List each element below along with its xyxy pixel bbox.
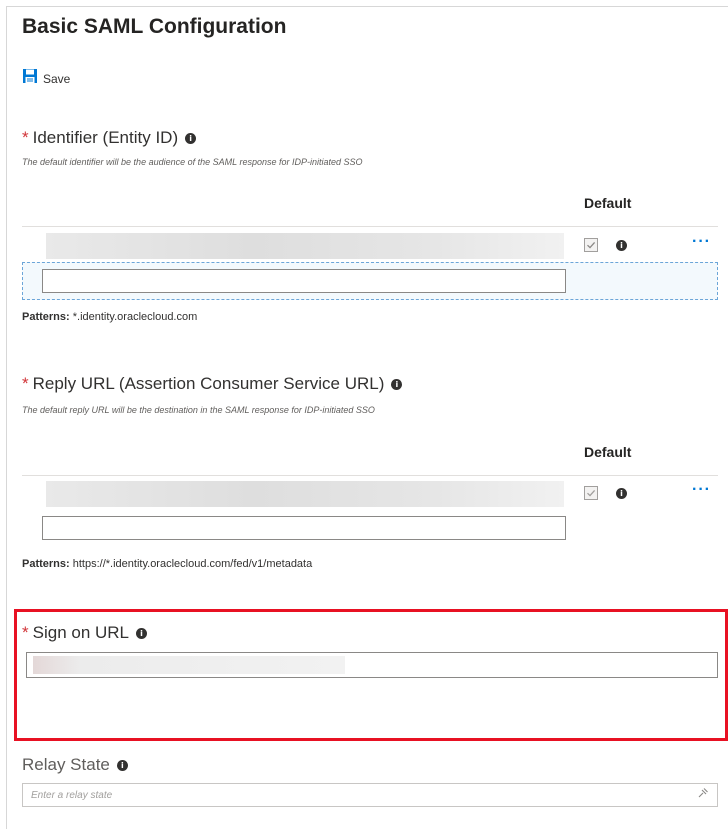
identifier-label: * Identifier (Entity ID) i — [22, 128, 197, 148]
save-button[interactable]: Save — [22, 68, 70, 89]
reply-url-more-icon[interactable]: ··· — [692, 481, 711, 499]
sign-on-url-value-redacted — [33, 656, 345, 674]
info-icon[interactable]: i — [116, 759, 128, 771]
reply-url-value-redacted[interactable] — [46, 481, 564, 507]
identifier-description: The default identifier will be the audie… — [22, 157, 363, 167]
pin-icon — [697, 786, 709, 804]
page-title: Basic SAML Configuration — [22, 15, 287, 38]
identifier-label-text: Identifier (Entity ID) — [32, 128, 179, 147]
reply-url-description: The default reply URL will be the destin… — [22, 405, 375, 415]
reply-url-label: * Reply URL (Assertion Consumer Service … — [22, 374, 403, 394]
patterns-label: Patterns: — [22, 558, 70, 570]
relay-state-label-text: Relay State — [22, 755, 110, 774]
divider — [22, 226, 718, 227]
relay-state-label: Relay State i — [22, 755, 128, 775]
divider — [22, 475, 718, 476]
checkmark-icon — [587, 489, 596, 497]
identifier-more-icon[interactable]: ··· — [692, 233, 711, 251]
save-label: Save — [43, 71, 71, 86]
reply-url-label-text: Reply URL (Assertion Consumer Service UR… — [32, 374, 385, 393]
relay-state-placeholder: Enter a relay state — [31, 789, 113, 801]
required-marker: * — [22, 374, 29, 393]
patterns-value: *.identity.oraclecloud.com — [69, 311, 198, 323]
save-icon — [22, 68, 38, 89]
reply-url-patterns: Patterns: https://*.identity.oraclecloud… — [22, 558, 312, 570]
reply-url-default-header: Default — [584, 444, 632, 460]
identifier-default-header: Default — [584, 195, 632, 211]
required-marker: * — [22, 623, 29, 642]
sign-on-url-input[interactable] — [26, 652, 718, 678]
relay-state-input[interactable]: Enter a relay state — [22, 783, 718, 807]
patterns-label: Patterns: — [22, 311, 70, 323]
checkmark-icon — [587, 241, 596, 249]
info-icon[interactable]: i — [185, 132, 197, 144]
required-marker: * — [22, 128, 29, 147]
info-icon[interactable]: i — [391, 378, 403, 390]
reply-url-default-checkbox[interactable] — [584, 486, 598, 500]
sign-on-url-label: * Sign on URL i — [22, 623, 148, 643]
sign-on-url-label-text: Sign on URL — [32, 623, 130, 642]
identifier-input[interactable] — [42, 269, 566, 293]
identifier-patterns: Patterns: *.identity.oraclecloud.com — [22, 311, 197, 323]
info-icon[interactable]: i — [616, 240, 627, 251]
reply-url-input[interactable] — [42, 516, 566, 540]
patterns-value: https://*.identity.oraclecloud.com/fed/v… — [69, 558, 313, 570]
info-icon[interactable]: i — [616, 488, 627, 499]
info-icon[interactable]: i — [136, 627, 148, 639]
identifier-default-checkbox[interactable] — [584, 238, 598, 252]
identifier-value-redacted[interactable] — [46, 233, 564, 259]
